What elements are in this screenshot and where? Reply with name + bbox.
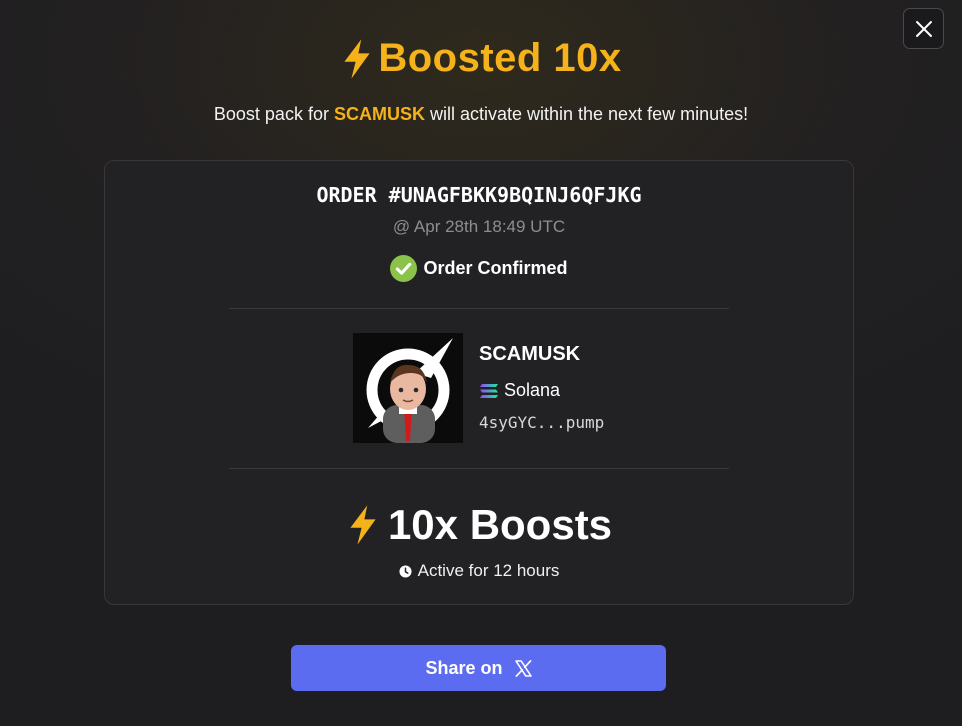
order-id: ORDER #UNAGFBKK9BQINJ6QFJKG	[316, 183, 642, 207]
order-time: @ Apr 28th 18:49 UTC	[392, 217, 566, 236]
modal-subtitle: Boost pack for SCAMUSK will activate wit…	[0, 104, 962, 125]
order-card: ORDER #UNAGFBKK9BQINJ6QFJKG @ Apr 28th 1…	[104, 160, 854, 605]
boost-summary: 10x Boosts	[105, 501, 853, 549]
title-text: Boosted 10x	[378, 36, 622, 80]
share-on-x-button[interactable]: Share on	[291, 645, 666, 691]
lightning-icon	[340, 38, 374, 80]
modal-title: Boosted 10x	[0, 36, 962, 81]
boost-label: 10x Boosts	[387, 501, 613, 548]
token-address: 4syGYC...pump	[479, 413, 605, 432]
divider	[229, 468, 729, 469]
divider	[229, 308, 729, 309]
token-name: SCAMUSK	[479, 343, 581, 365]
status-text: Order Confirmed	[423, 258, 568, 278]
order-status: Order Confirmed	[105, 255, 853, 282]
boost-duration: Active for 12 hours	[105, 561, 853, 581]
x-logo-icon	[514, 659, 532, 677]
token-info: SCAMUSK Solana 4syGYC...pump	[479, 333, 604, 443]
clock-icon	[399, 564, 412, 578]
token-avatar	[353, 333, 463, 443]
close-icon	[915, 20, 932, 37]
share-label: Share on	[425, 657, 503, 678]
subtitle-suffix: will activate within the next few minute…	[424, 104, 749, 124]
solana-icon	[480, 383, 498, 398]
chain-name: Solana	[504, 380, 561, 400]
subtitle-prefix: Boost pack for	[213, 104, 334, 124]
check-circle-icon	[390, 255, 418, 282]
token-chain: Solana	[479, 380, 604, 401]
subtitle-token: SCAMUSK	[333, 104, 425, 124]
duration-text: Active for 12 hours	[417, 561, 560, 580]
lightning-icon	[350, 505, 376, 545]
token-summary: SCAMUSK Solana 4syGYC...pump	[353, 333, 604, 443]
